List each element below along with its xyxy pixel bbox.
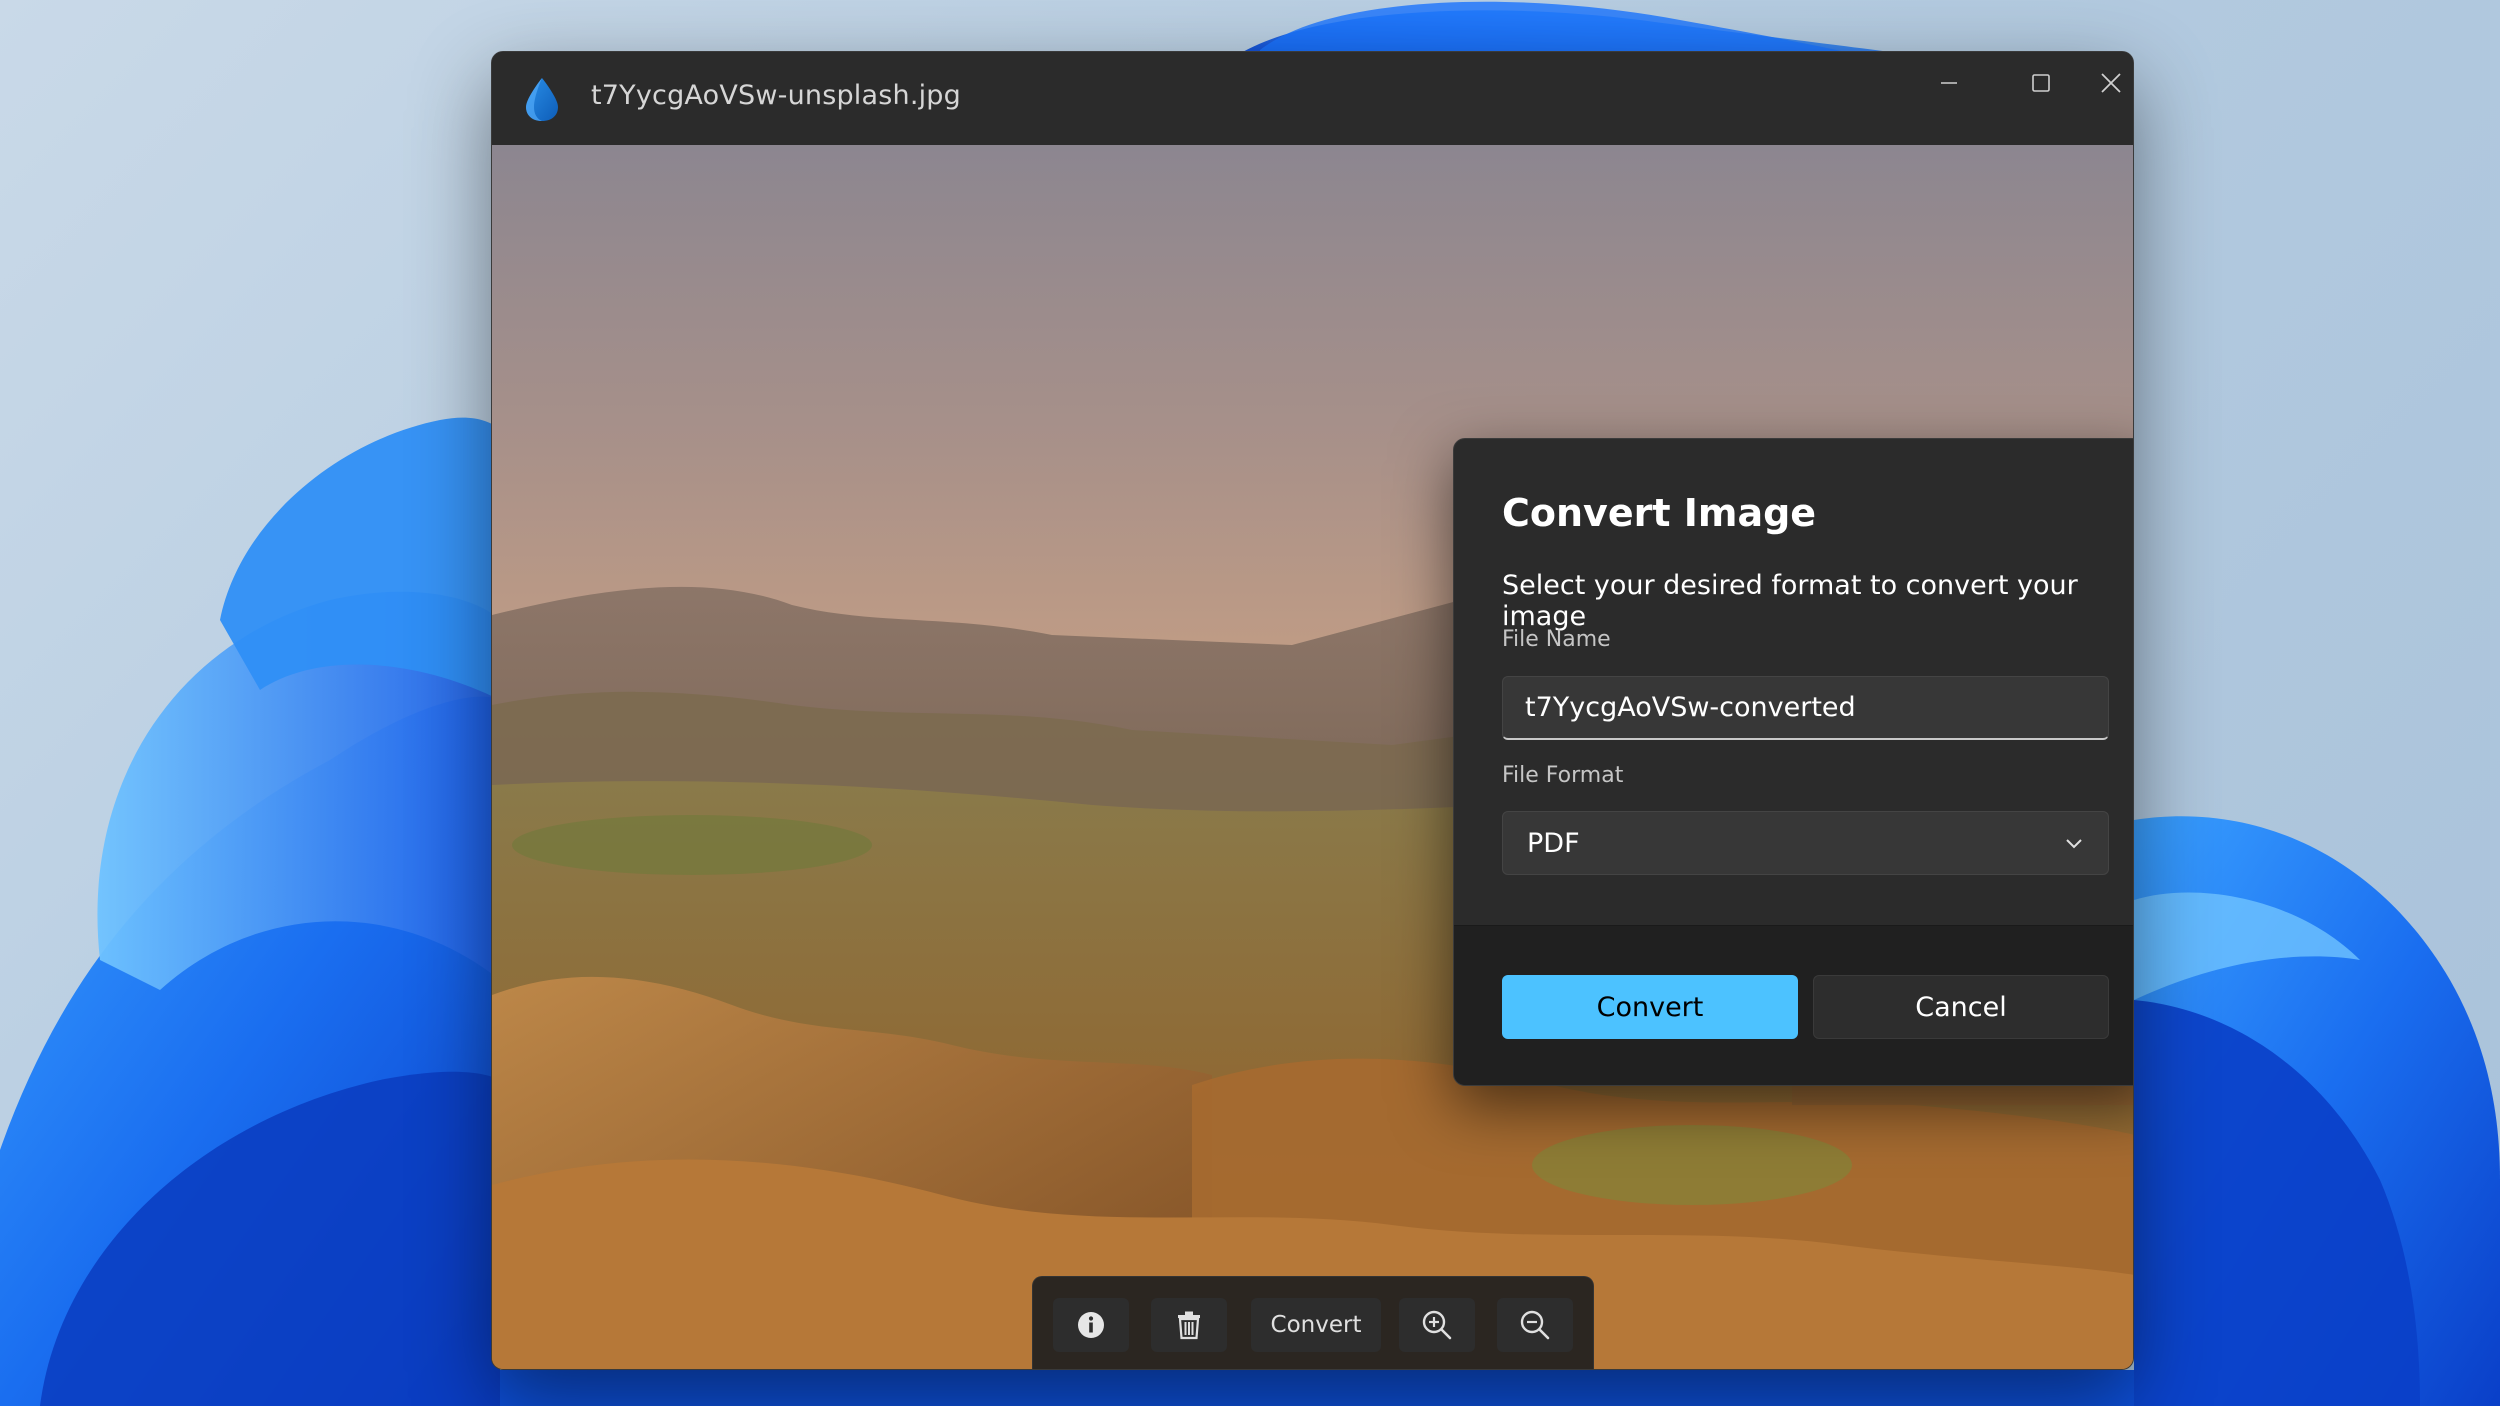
dialog-footer: Convert Cancel bbox=[1454, 925, 2133, 1085]
dialog-body: Convert Image Select your desired format… bbox=[1454, 439, 2133, 925]
title-bar: t7YycgAoVSw-unsplash.jpg bbox=[492, 52, 2133, 145]
minimize-button[interactable] bbox=[1903, 52, 1995, 114]
trash-icon bbox=[1178, 1311, 1200, 1340]
maximize-icon bbox=[2032, 74, 2050, 92]
convert-image-dialog: Convert Image Select your desired format… bbox=[1453, 438, 2133, 1086]
info-icon bbox=[1078, 1312, 1104, 1338]
file-format-dropdown[interactable]: PDF bbox=[1502, 811, 2109, 875]
zoom-in-button[interactable] bbox=[1399, 1298, 1475, 1352]
maximize-button[interactable] bbox=[1995, 52, 2087, 114]
chevron-down-icon bbox=[2066, 839, 2082, 849]
delete-button[interactable] bbox=[1151, 1298, 1227, 1352]
close-button[interactable] bbox=[2087, 52, 2133, 114]
close-icon bbox=[2101, 73, 2121, 93]
zoom-in-icon bbox=[1422, 1310, 1452, 1340]
info-button[interactable] bbox=[1053, 1298, 1129, 1352]
dialog-subtitle: Select your desired format to convert yo… bbox=[1502, 570, 2078, 632]
cancel-button[interactable]: Cancel bbox=[1813, 975, 2109, 1039]
bottom-toolbar: Convert bbox=[1032, 1276, 1594, 1369]
file-name-input[interactable] bbox=[1502, 676, 2109, 740]
toolbar-convert-button[interactable]: Convert bbox=[1251, 1298, 1381, 1352]
app-drop-icon bbox=[526, 78, 558, 121]
image-viewer-window: t7YycgAoVSw-unsplash.jpg Convert Image S… bbox=[491, 51, 2134, 1370]
dialog-title: Convert Image bbox=[1502, 491, 1817, 535]
file-format-value: PDF bbox=[1527, 827, 1580, 859]
zoom-out-icon bbox=[1520, 1310, 1550, 1340]
window-title: t7YycgAoVSw-unsplash.jpg bbox=[591, 80, 961, 111]
file-name-label: File Name bbox=[1502, 627, 1611, 652]
minimize-icon bbox=[1941, 82, 1957, 84]
convert-button[interactable]: Convert bbox=[1502, 975, 1798, 1039]
file-format-label: File Format bbox=[1502, 763, 1624, 788]
zoom-out-button[interactable] bbox=[1497, 1298, 1573, 1352]
